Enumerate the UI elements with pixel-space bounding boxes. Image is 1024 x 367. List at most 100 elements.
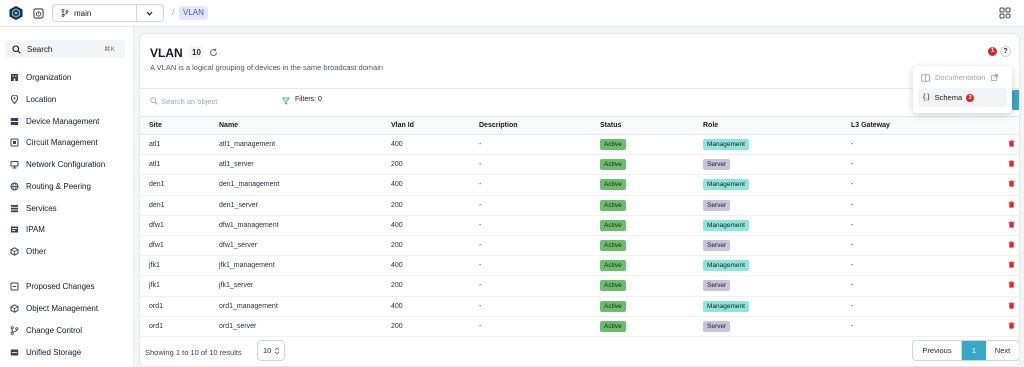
add-object-button[interactable] [1011, 90, 1019, 110]
site-cell: ord1 [149, 302, 164, 310]
next-button[interactable]: Next [986, 341, 1019, 360]
trash-icon[interactable] [1008, 140, 1015, 147]
l3-gateway-cell: - [842, 195, 999, 216]
external-link-icon [991, 74, 999, 81]
search-shortcut: ⌘K [104, 46, 115, 53]
table-row[interactable]: dfw1 dfw1_management 400 - Active Management - [140, 215, 1019, 236]
sidebar-search[interactable]: Search ⌘K [5, 40, 125, 58]
trash-icon[interactable] [1008, 160, 1015, 167]
book-icon [921, 73, 930, 82]
status-cell: Active [591, 195, 694, 216]
search-icon [150, 97, 158, 105]
sidebar-item-services[interactable]: Services [10, 201, 57, 215]
actions-cell [999, 275, 1019, 297]
description-cell: - [479, 282, 482, 290]
sidebar-item-other[interactable]: Other [10, 244, 46, 258]
table-row[interactable]: atl1 atl1_management 400 - Active Management - [140, 134, 1019, 156]
l3-gateway-cell: - [842, 154, 999, 176]
vlan-id-cell: 400 [382, 174, 470, 196]
description-cell: - [470, 296, 591, 317]
column-header-site[interactable]: Site [140, 116, 210, 135]
name-cell: ord1_server [219, 322, 257, 330]
l3-gateway-cell: - [851, 302, 854, 310]
sidebar-item-device-management[interactable]: Device Management [10, 114, 99, 128]
column-header-description[interactable]: Description [470, 116, 591, 135]
status-badge: Active [600, 280, 626, 292]
sidebar-item-ipam[interactable]: IPAM [10, 222, 45, 236]
name-cell: dfw1_server [210, 235, 382, 257]
filter-icon[interactable] [282, 97, 290, 105]
table-row[interactable]: dfw1 dfw1_server 200 - Active Server - [140, 235, 1019, 257]
description-cell: - [470, 215, 591, 236]
name-cell: jfk1_management [219, 262, 275, 270]
sidebar-item-routing-peering[interactable]: Routing & Peering [10, 179, 91, 193]
documentation-menu-item[interactable]: Documentation [921, 71, 1003, 84]
table-row[interactable]: ord1 ord1_management 400 - Active Management - [140, 296, 1019, 317]
branch-selector[interactable]: main [52, 4, 164, 22]
per-page-select[interactable]: 10 [257, 340, 285, 361]
sidebar-item-object-management[interactable]: Object Management [10, 301, 98, 315]
sidebar-item-label: Network Configuration [26, 159, 106, 169]
trash-icon[interactable] [1008, 301, 1015, 309]
vlan-id-cell: 200 [382, 275, 470, 297]
description-cell: - [479, 302, 482, 310]
sidebar-item-change-control[interactable]: Change Control [10, 323, 82, 337]
table-row[interactable]: jfk1 jfk1_management 400 - Active Management - [140, 255, 1019, 277]
l3-gateway-cell: - [851, 201, 854, 209]
trash-icon[interactable] [1008, 281, 1015, 289]
name-cell: dfw1_server [219, 242, 258, 250]
site-cell: ord1 [149, 322, 164, 330]
trash-icon[interactable] [1008, 221, 1015, 228]
search-input[interactable] [161, 95, 271, 107]
page-1-button[interactable]: 1 [962, 341, 986, 360]
sidebar-item-unified-storage[interactable]: Unified Storage [10, 345, 81, 359]
actions-cell [999, 296, 1019, 317]
sidebar-item-label: Routing & Peering [26, 181, 91, 191]
sidebar-item-organization[interactable]: Organization [10, 70, 71, 84]
refresh-icon[interactable] [209, 48, 218, 57]
database-icon[interactable] [33, 8, 44, 19]
column-header-name[interactable]: Name [210, 116, 382, 135]
table-header-row: Site Name Vlan Id Description Status Rol… [140, 116, 1019, 135]
table-row[interactable]: jfk1 jfk1_server 200 - Active Server - [140, 275, 1019, 297]
filters-button[interactable]: Filters: 0 [295, 96, 322, 103]
sidebar-item-circuit-management[interactable]: Circuit Management [10, 135, 98, 149]
app-logo-icon[interactable] [8, 5, 24, 21]
chevron-down-icon[interactable] [145, 9, 154, 18]
column-header-l3-gateway[interactable]: L3 Gateway [842, 116, 999, 135]
column-header-vlan-id[interactable]: Vlan Id [382, 116, 470, 135]
trash-icon[interactable] [1008, 180, 1015, 188]
vlan-id-cell: 200 [391, 282, 403, 290]
breadcrumb[interactable]: VLAN [179, 6, 208, 20]
trash-icon[interactable] [1008, 261, 1015, 268]
column-header-status[interactable]: Status [591, 116, 694, 135]
site-cell: dfw1 [149, 221, 164, 229]
proposed-changes-icon [10, 282, 19, 290]
table-row[interactable]: den1 den1_server 200 - Active Server - [140, 195, 1019, 216]
sidebar-item-proposed-changes[interactable]: Proposed Changes [10, 279, 95, 293]
role-badge: Server [703, 280, 731, 292]
help-button[interactable]: ? [1000, 46, 1011, 57]
trash-icon[interactable] [1008, 241, 1015, 248]
table-row[interactable]: den1 den1_management 400 - Active Management - [140, 174, 1019, 196]
apps-grid-icon[interactable] [999, 7, 1011, 19]
trash-icon[interactable] [1008, 200, 1015, 208]
actions-cell [999, 174, 1019, 196]
trash-icon[interactable] [1008, 322, 1015, 329]
table-row[interactable]: ord1 ord1_server 200 - Active Server - [140, 316, 1019, 337]
description-cell: - [470, 255, 591, 277]
table-row[interactable]: atl1 atl1_server 200 - Active Server - [140, 154, 1019, 176]
status-badge: Active [600, 139, 626, 151]
sidebar-item-network-configuration[interactable]: Network Configuration [10, 157, 105, 171]
schema-menu-item[interactable]: {.} Schema 2 [918, 88, 1007, 107]
site-cell: atl1 [140, 154, 210, 176]
notification-badge[interactable]: 1 [988, 47, 997, 56]
vlan-id-cell: 200 [382, 235, 470, 257]
column-header-role[interactable]: Role [694, 116, 842, 135]
sidebar-item-label: Organization [26, 72, 72, 82]
actions-cell [999, 255, 1019, 277]
vlan-id-cell: 200 [391, 322, 403, 330]
sidebar-item-location[interactable]: Location [10, 92, 56, 106]
circuit-icon [10, 138, 19, 146]
previous-button[interactable]: Previous [913, 341, 962, 360]
